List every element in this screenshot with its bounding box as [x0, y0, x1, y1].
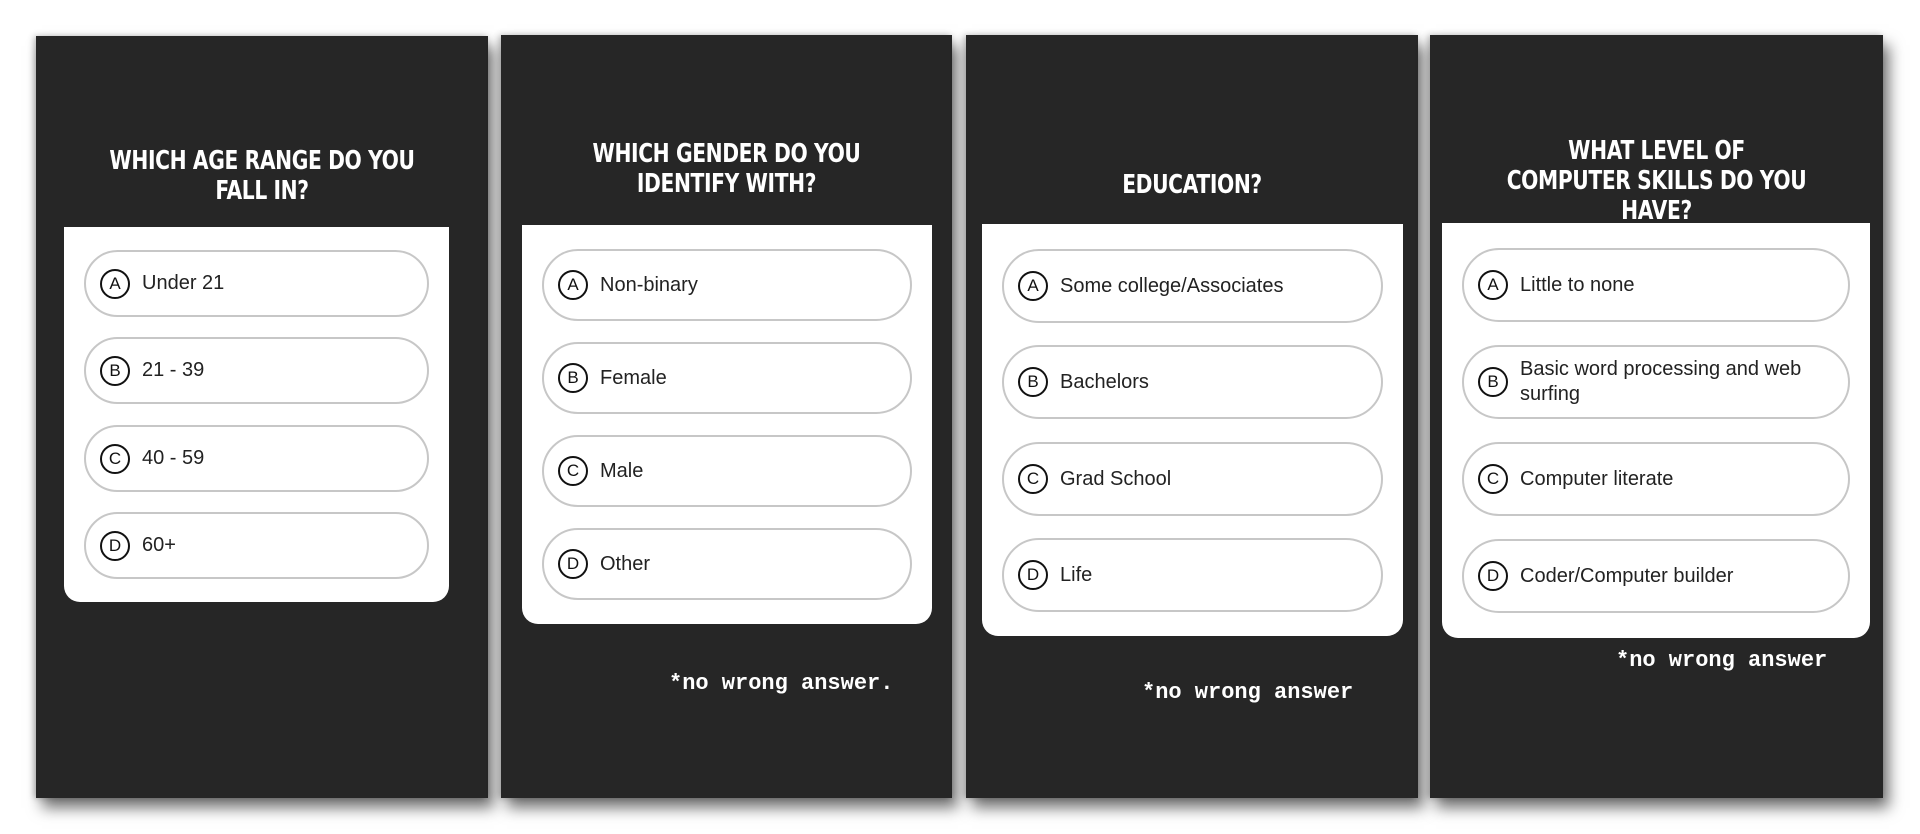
no-wrong-answer-note: *no wrong answer — [1142, 680, 1354, 705]
option-a[interactable]: A Non-binary — [542, 249, 912, 321]
question-title: Which gender do you identify with? — [592, 139, 861, 199]
letter-a-icon: A — [558, 270, 588, 300]
answer-card: A Non-binary B Female C Male D Other — [522, 225, 932, 624]
option-a[interactable]: A Some college/Associates — [1002, 249, 1383, 323]
option-label: 40 - 59 — [142, 447, 205, 469]
quiz-stories-collage: Which age range do you fall in? A Under … — [0, 0, 1920, 834]
question-title: Which age range do you fall in? — [109, 146, 415, 206]
option-label: Bachelors — [1060, 370, 1149, 393]
option-label: 21 - 39 — [142, 359, 205, 381]
letter-a-icon: A — [1478, 270, 1508, 300]
letter-d-icon: D — [558, 549, 588, 579]
option-a[interactable]: A Little to none — [1462, 248, 1850, 322]
option-c[interactable]: C Computer literate — [1462, 442, 1850, 516]
answer-card: A Some college/Associates B Bachelors C … — [982, 224, 1403, 636]
option-label: Some college/Associates — [1060, 274, 1284, 297]
letter-a-icon: A — [1018, 271, 1048, 301]
option-c[interactable]: C 40 - 59 — [84, 425, 429, 492]
option-label: Under 21 — [142, 272, 225, 294]
letter-b-icon: B — [558, 363, 588, 393]
option-b[interactable]: B Female — [542, 342, 912, 414]
option-label: Grad School — [1060, 467, 1172, 490]
quiz-panel-gender: Which gender do you identify with? A Non… — [501, 35, 952, 798]
option-a[interactable]: A Under 21 — [84, 250, 429, 317]
option-d[interactable]: D Life — [1002, 538, 1383, 612]
letter-a-icon: A — [100, 268, 130, 299]
option-label: Basic word processing and web surfing — [1520, 358, 1802, 405]
letter-c-icon: C — [1018, 464, 1048, 494]
option-label: Male — [600, 459, 644, 482]
option-c[interactable]: C Male — [542, 435, 912, 507]
option-label: 60+ — [142, 534, 176, 556]
option-b[interactable]: B 21 - 39 — [84, 337, 429, 404]
letter-c-icon: C — [558, 456, 588, 486]
option-label: Other — [600, 552, 651, 575]
option-label: Non-binary — [600, 273, 698, 296]
letter-b-icon: B — [1018, 367, 1048, 397]
option-c[interactable]: C Grad School — [1002, 442, 1383, 516]
letter-d-icon: D — [1018, 560, 1048, 590]
no-wrong-answer-note: *no wrong answer. — [669, 671, 894, 696]
option-label: Coder/Computer builder — [1520, 564, 1734, 587]
option-b[interactable]: B Bachelors — [1002, 345, 1383, 419]
answer-card: A Under 21 B 21 - 39 C 40 - 59 D 60+ — [64, 227, 449, 602]
quiz-panel-education: Education? A Some college/Associates B B… — [966, 35, 1418, 798]
option-label: Life — [1060, 563, 1093, 586]
quiz-panel-age: Which age range do you fall in? A Under … — [36, 36, 488, 798]
letter-b-icon: B — [1478, 367, 1508, 397]
letter-d-icon: D — [100, 530, 130, 561]
letter-d-icon: D — [1478, 561, 1508, 591]
option-label: Little to none — [1520, 273, 1635, 296]
letter-c-icon: C — [1478, 464, 1508, 494]
question-title: Education? — [1122, 170, 1262, 200]
letter-b-icon: B — [100, 355, 130, 386]
option-label: Female — [600, 366, 667, 389]
option-d[interactable]: D Other — [542, 528, 912, 600]
quiz-panel-computer-skills: What level of computer skills do you hav… — [1430, 35, 1883, 798]
letter-c-icon: C — [100, 443, 130, 474]
option-d[interactable]: D Coder/Computer builder — [1462, 539, 1850, 613]
option-label: Computer literate — [1520, 467, 1674, 490]
answer-card: A Little to none B Basic word processing… — [1442, 223, 1870, 638]
option-b[interactable]: B Basic word processing and web surfing — [1462, 345, 1850, 419]
no-wrong-answer-note: *no wrong answer — [1616, 648, 1828, 673]
option-d[interactable]: D 60+ — [84, 512, 429, 579]
question-title: What level of computer skills do you hav… — [1506, 136, 1807, 226]
